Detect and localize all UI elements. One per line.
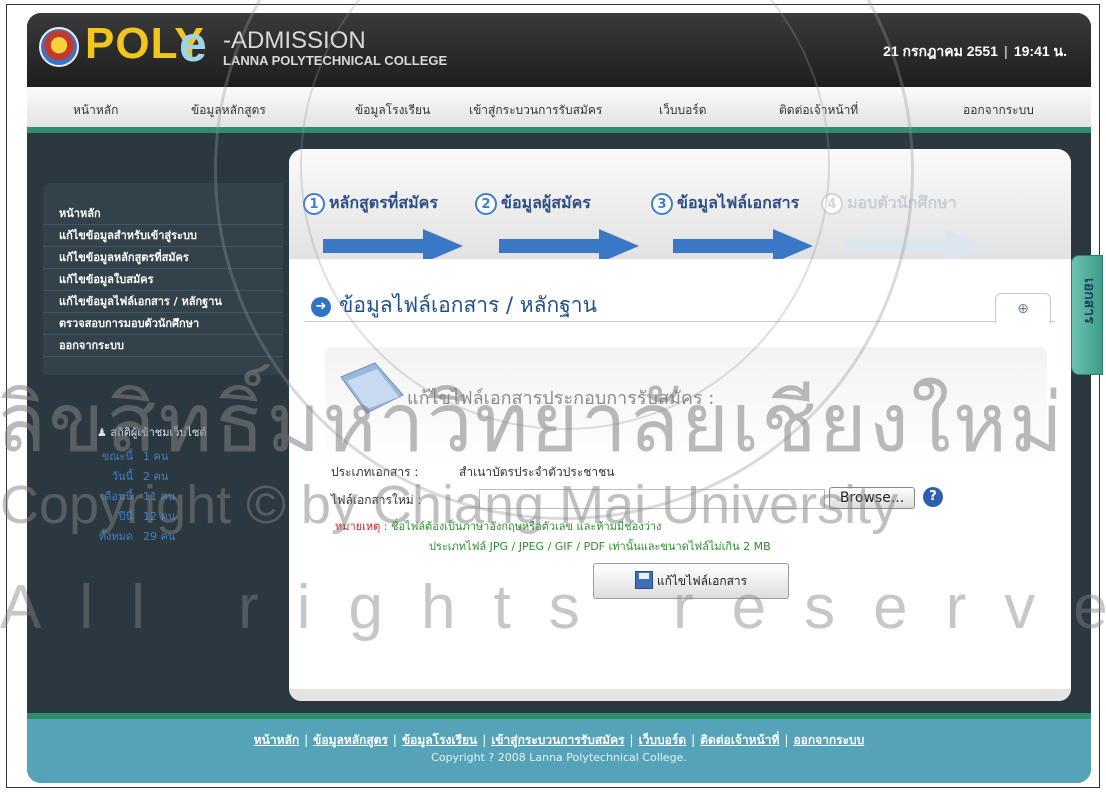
site-shell: POLY e -ADMISSION LANNA POLYTECHNICAL CO… — [27, 13, 1091, 783]
logo-e-text: e — [179, 16, 207, 72]
main-nav: หน้าหลัก ข้อมูลหลักสูตร ข้อมูลโรงเรียน เ… — [27, 87, 1091, 133]
help-icon[interactable]: ? — [923, 487, 943, 507]
step-3: 3 ข้อมูลไฟล์เอกสาร — [651, 191, 799, 216]
sidebar-item-enrollment-check[interactable]: ตรวจสอบการมอบตัวนักศึกษา — [43, 313, 283, 335]
browse-button[interactable]: Browse... — [829, 487, 915, 509]
footer-links: หน้าหลัก | ข้อมูลหลักสูตร | ข้อมูลโรงเรียน | เ… — [253, 733, 865, 747]
nav-contact[interactable]: ติดต่อเจ้าหน้าที่ — [779, 101, 858, 120]
save-document-label: แก้ไขไฟล์เอกสาร — [656, 574, 748, 588]
stat-label: ขณะนี้ — [101, 450, 133, 463]
doc-type-label: ประเภทเอกสาร : — [331, 465, 419, 479]
nav-admission[interactable]: เข้าสู่กระบวนการรับสมัคร — [469, 101, 602, 120]
step-1-arrow-icon — [323, 229, 463, 263]
documents-side-tab[interactable]: เอกสาร — [1071, 255, 1103, 375]
step-3-arrow-icon — [673, 229, 813, 263]
note-line-2: ประเภทไฟล์ JPG / JPEG / GIF / PDF เท่านั… — [429, 540, 771, 553]
content-panel: ➜ ข้อมูลไฟล์เอกสาร / หลักฐาน ⊕ แก้ไขไฟล์เ… — [289, 259, 1071, 689]
side-tab-label: เอกสาร — [1081, 278, 1097, 324]
step-1: 1 หลักสูตรที่สมัคร — [303, 191, 438, 216]
sidebar-item-home[interactable]: หน้าหลัก — [43, 203, 283, 225]
stats-title: ♟ สถิติผู้เข้าชมเว็บไซต์ — [43, 423, 283, 441]
step-number: 4 — [821, 193, 843, 215]
document-form: แก้ไขไฟล์เอกสารประกอบการรับสมัคร : ประเภ… — [325, 347, 1047, 647]
nav-webboard[interactable]: เว็บบอร์ด — [659, 101, 707, 120]
stat-label: วันนี้ — [111, 470, 133, 483]
sidebar-menu: หน้าหลัก แก้ไขข้อมูลสำหรับเข้าสู่ระบบ แก… — [43, 183, 283, 375]
footer-link-home[interactable]: หน้าหลัก — [254, 733, 299, 747]
step-2: 2 ข้อมูลผู้สมัคร — [475, 191, 591, 216]
stats-title-text: สถิติผู้เข้าชมเว็บไซต์ — [110, 426, 207, 439]
footer-link-webboard[interactable]: เว็บบอร์ด — [639, 733, 687, 747]
header-bar: POLY e -ADMISSION LANNA POLYTECHNICAL CO… — [27, 13, 1091, 87]
footer-link-logout[interactable]: ออกจากระบบ — [793, 733, 864, 747]
main-bottom-bar — [289, 689, 1071, 701]
footer-link-contact[interactable]: ติดต่อเจ้าหน้าที่ — [700, 733, 779, 747]
stat-value: 12 คน — [143, 510, 176, 523]
note-text-1: ชื่อไฟล์ต้องเป็นภาษาอังกฤษหรือตัวเลข และ… — [390, 520, 662, 533]
header-time: 19:41 น. — [1013, 43, 1067, 59]
stat-label: ปีนี้ — [118, 510, 133, 523]
step-number: 1 — [303, 193, 325, 215]
page-title: ➜ ข้อมูลไฟล์เอกสาร / หลักฐาน — [311, 289, 597, 322]
folder-icon — [340, 362, 404, 414]
step-4-arrow-icon — [845, 229, 985, 263]
form-heading: แก้ไขไฟล์เอกสารประกอบการรับสมัคร : — [407, 388, 715, 409]
note-line-1: หมายเหตุ : ชื่อไฟล์ต้องเป็นภาษาอังกฤษหรื… — [335, 517, 661, 535]
step-number: 3 — [651, 193, 673, 215]
footer-link-courses[interactable]: ข้อมูลหลักสูตร — [313, 733, 388, 747]
stat-value: 1 คน — [143, 450, 169, 463]
stat-value: 2 คน — [143, 470, 169, 483]
logo-admission-text: -ADMISSION — [223, 27, 366, 54]
page-frame: POLY e -ADMISSION LANNA POLYTECHNICAL CO… — [6, 4, 1103, 788]
nav-school[interactable]: ข้อมูลโรงเรียน — [355, 101, 430, 120]
zoom-icon[interactable]: ⊕ — [995, 293, 1051, 323]
sidebar-item-course-info[interactable]: แก้ไขข้อมูลหลักสูตรที่สมัคร — [43, 247, 283, 269]
save-disk-icon — [634, 571, 653, 589]
header-date: 21 กรกฎาคม 2551 — [883, 43, 998, 59]
nav-logout[interactable]: ออกจากระบบ — [963, 101, 1034, 120]
visitor-stats: ♟ สถิติผู้เข้าชมเว็บไซต์ ขณะนี้ 1 คน วันน… — [43, 423, 283, 547]
page-title-text: ข้อมูลไฟล์เอกสาร / หลักฐาน — [339, 293, 597, 317]
step-label: มอบตัวนักศึกษา — [847, 193, 957, 212]
step-number: 2 — [475, 193, 497, 215]
stat-label: ทั้งหมด — [98, 530, 133, 543]
main-content: 1 หลักสูตรที่สมัคร 2 ข้อมูลผู้สมัคร 3 ข้อมู… — [289, 149, 1071, 701]
logo-college-text: LANNA POLYTECHNICAL COLLEGE — [223, 53, 448, 68]
stat-row: ขณะนี้ 1 คน — [43, 447, 283, 467]
step-label: หลักสูตรที่สมัคร — [329, 193, 438, 212]
header-datetime: 21 กรกฎาคม 2551 | 19:41 น. — [883, 43, 1067, 59]
progress-steps: 1 หลักสูตรที่สมัคร 2 ข้อมูลผู้สมัคร 3 ข้อมู… — [289, 149, 1071, 263]
sidebar-item-application[interactable]: แก้ไขข้อมูลใบสมัคร — [43, 269, 283, 291]
sidebar-item-logout[interactable]: ออกจากระบบ — [43, 335, 283, 357]
stat-value: 29 คน — [143, 530, 176, 543]
stat-row: ทั้งหมด 29 คน — [43, 527, 283, 547]
note-prefix: หมายเหตุ : — [335, 520, 388, 533]
file-path-input[interactable] — [479, 489, 825, 509]
footer: หน้าหลัก | ข้อมูลหลักสูตร | ข้อมูลโรงเรียน | เ… — [27, 713, 1091, 783]
step-label: ข้อมูลไฟล์เอกสาร — [677, 193, 800, 212]
doc-type-value: สำเนาบัตรประจำตัวประชาชน — [459, 465, 615, 479]
title-divider — [305, 321, 1055, 322]
footer-link-school[interactable]: ข้อมูลโรงเรียน — [402, 733, 477, 747]
sidebar-item-documents[interactable]: แก้ไขข้อมูลไฟล์เอกสาร / หลักฐาน — [43, 291, 283, 313]
go-arrow-icon: ➜ — [311, 297, 331, 317]
stat-label: เดือนนี้ — [100, 490, 133, 503]
new-file-label: ไฟล์เอกสารใหม่ : — [331, 493, 422, 507]
college-logo-icon[interactable] — [39, 27, 79, 67]
step-4: 4 มอบตัวนักศึกษา — [821, 191, 957, 216]
stats-user-icon: ♟ — [97, 426, 111, 439]
stat-row: เดือนนี้ 11 คน — [43, 487, 283, 507]
footer-link-admission[interactable]: เข้าสู่กระบวนการรับสมัคร — [491, 733, 624, 747]
stat-row: วันนี้ 2 คน — [43, 467, 283, 487]
nav-home[interactable]: หน้าหลัก — [73, 101, 118, 120]
step-label: ข้อมูลผู้สมัคร — [501, 193, 591, 212]
step-2-arrow-icon — [499, 229, 639, 263]
save-document-button[interactable]: แก้ไขไฟล์เอกสาร — [593, 563, 789, 599]
stat-value: 11 คน — [143, 490, 176, 503]
stat-row: ปีนี้ 12 คน — [43, 507, 283, 527]
nav-courses[interactable]: ข้อมูลหลักสูตร — [191, 101, 266, 120]
copyright-text: Copyright ? 2008 Lanna Polytechnical Col… — [431, 751, 687, 764]
sidebar-item-login-info[interactable]: แก้ไขข้อมูลสำหรับเข้าสู่ระบบ — [43, 225, 283, 247]
